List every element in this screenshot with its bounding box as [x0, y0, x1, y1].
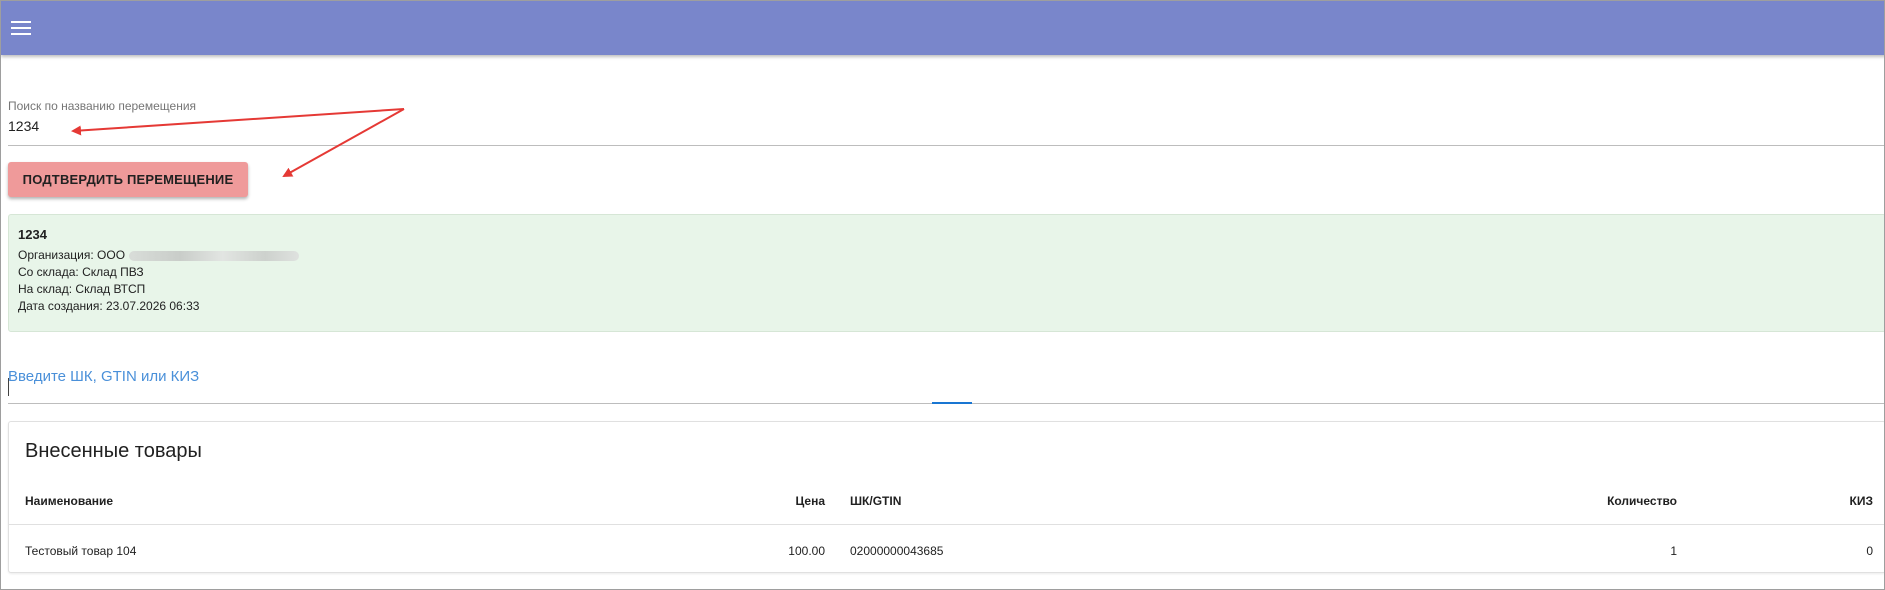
blurred-organization-name: [129, 250, 300, 261]
from-warehouse: Со склада: Склад ПВЗ: [18, 265, 144, 279]
organization-label: Организация: ООО: [18, 248, 126, 262]
column-header-qty[interactable]: Количество: [1607, 494, 1677, 508]
cell-kiz: 0: [1866, 544, 1873, 558]
confirm-transfer-button[interactable]: ПОДТВЕРДИТЬ ПЕРЕМЕЩЕНИЕ: [8, 162, 248, 197]
products-card: Внесенные товары Наименование Цена ШК/GT…: [8, 421, 1884, 573]
cell-price: 100.00: [788, 544, 825, 558]
search-input[interactable]: [8, 116, 1008, 136]
app-window: Поиск по названию перемещения ПОДТВЕРДИТ…: [0, 0, 1885, 590]
text-caret: [8, 378, 9, 396]
column-header-gtin[interactable]: ШК/GTIN: [850, 494, 901, 508]
app-bar: [1, 1, 1884, 55]
column-header-price[interactable]: Цена: [795, 494, 825, 508]
column-header-name[interactable]: Наименование: [25, 494, 113, 508]
search-label: Поиск по названию перемещения: [8, 99, 197, 113]
transfer-info-card: 1234 Организация: ООО Со склада: Склад П…: [8, 214, 1884, 332]
created-date: Дата создания: 23.07.2026 06:33: [18, 299, 200, 313]
cell-name: Тестовый товар 104: [25, 544, 137, 558]
barcode-field[interactable]: Введите ШК, GTIN или КИЗ: [8, 366, 1884, 404]
column-header-kiz[interactable]: КИЗ: [1850, 494, 1873, 508]
table-divider: [9, 524, 1884, 525]
barcode-input[interactable]: [8, 376, 1008, 396]
cell-qty: 1: [1670, 544, 1677, 558]
products-title: Внесенные товары: [25, 440, 202, 462]
transfer-title: 1234: [18, 227, 47, 242]
search-field[interactable]: Поиск по названию перемещения: [8, 99, 1884, 146]
focus-underline: [932, 402, 972, 404]
organization-line: Организация: ООО: [18, 248, 300, 262]
to-warehouse: На склад: Склад ВТСП: [18, 282, 146, 296]
cell-gtin: 02000000043685: [850, 544, 944, 558]
menu-icon[interactable]: [9, 16, 33, 40]
